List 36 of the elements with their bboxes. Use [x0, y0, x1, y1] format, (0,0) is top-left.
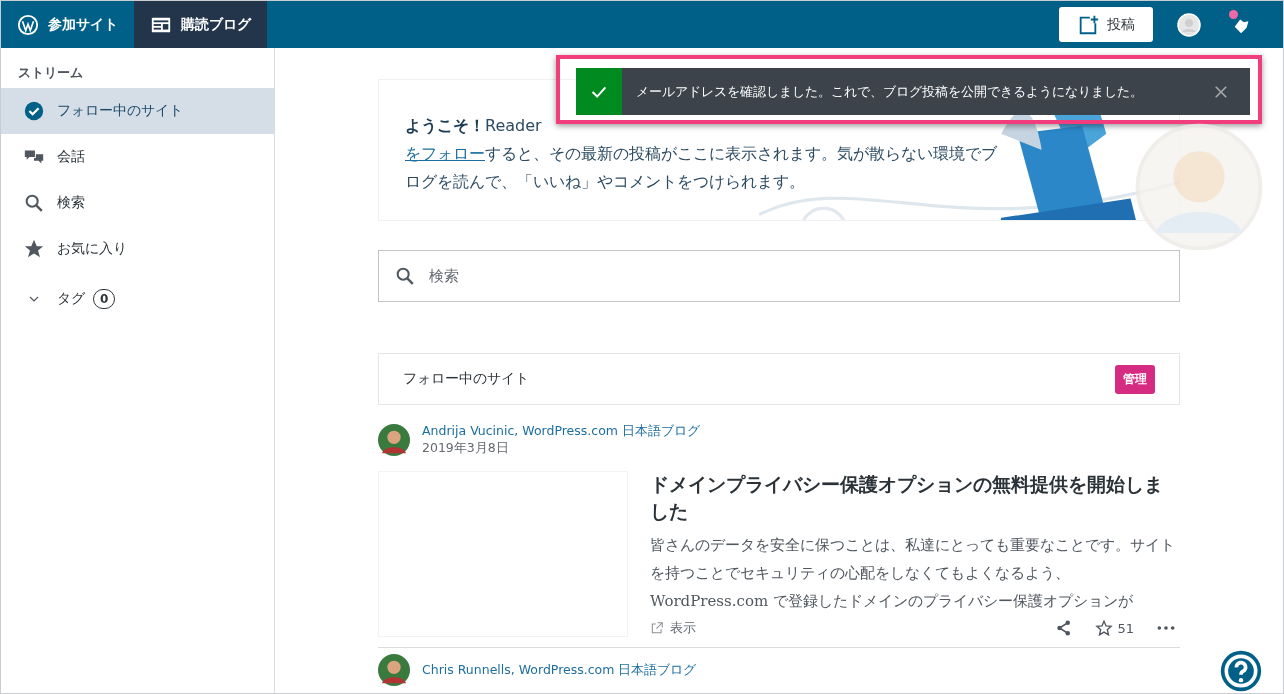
- user-avatar[interactable]: [1177, 12, 1201, 37]
- sidebar-item[interactable]: タグ: [1, 276, 93, 322]
- add-post-icon: [1077, 13, 1099, 36]
- search-field[interactable]: 検索: [378, 250, 1180, 302]
- masterbar-tab[interactable]: 購読ブログ: [134, 1, 267, 48]
- post-excerpt: 皆さんのデータを安全に保つことは、私達にとっても重要なことです。サイトを持つことでセキュリティの心配をしなくてもよくなるよう、WordPress.com で登録したドメインのプライバシー保護オプションが: [650, 535, 1176, 612]
- search-icon: [23, 192, 45, 214]
- avatar-icon: [1177, 12, 1201, 37]
- star-icon: [23, 238, 45, 260]
- sidebar-item[interactable]: 検索: [1, 180, 274, 226]
- sidebar-heading: ストリーム: [17, 64, 84, 82]
- visit-link[interactable]: 表示: [650, 619, 696, 637]
- external-link-icon: [650, 621, 664, 635]
- following-title: フォロー中のサイト: [403, 370, 529, 388]
- wordpress-icon: [17, 13, 39, 36]
- sidebar-item[interactable]: お気に入り: [1, 226, 274, 272]
- notice-message: メールアドレスを確認しました。これで、ブログ投稿を公開できるようになりました。: [636, 82, 1144, 101]
- author-link[interactable]: Chris Runnells, WordPress.com 日本語ブログ: [422, 661, 697, 679]
- post-date: 2019年3月8日: [422, 440, 510, 457]
- sidebar-item[interactable]: 会話: [1, 134, 274, 180]
- manage-button[interactable]: 管理: [1115, 364, 1155, 394]
- checkmark-circle-icon: [23, 100, 45, 122]
- masterbar-tab[interactable]: 参加サイト: [1, 1, 134, 48]
- person-icon: [378, 424, 410, 456]
- follow-link[interactable]: をフォロー: [405, 144, 485, 163]
- welcome-message: ようこそ！Reader をフォローすると、その最新の投稿がここに表示されます。気が散らない環境でブログを読んで、「いいね」やコメントをつけられます。: [405, 115, 998, 193]
- star-outline-icon: [1095, 619, 1114, 637]
- person-icon: [378, 654, 410, 686]
- sidebar-item[interactable]: フォロー中のサイト: [1, 88, 274, 134]
- author-link[interactable]: Andrija Vucinic, WordPress.com 日本語ブログ: [422, 423, 700, 440]
- help-button[interactable]: [1219, 649, 1263, 693]
- like-button[interactable]: 51: [1091, 619, 1138, 637]
- post-title[interactable]: ドメインプライバシー保護オプションの無料提供を開始しました: [650, 471, 1180, 525]
- help-icon: [1219, 649, 1263, 693]
- new-post-button[interactable]: 投稿: [1059, 7, 1153, 42]
- ellipsis-icon: [1156, 623, 1176, 633]
